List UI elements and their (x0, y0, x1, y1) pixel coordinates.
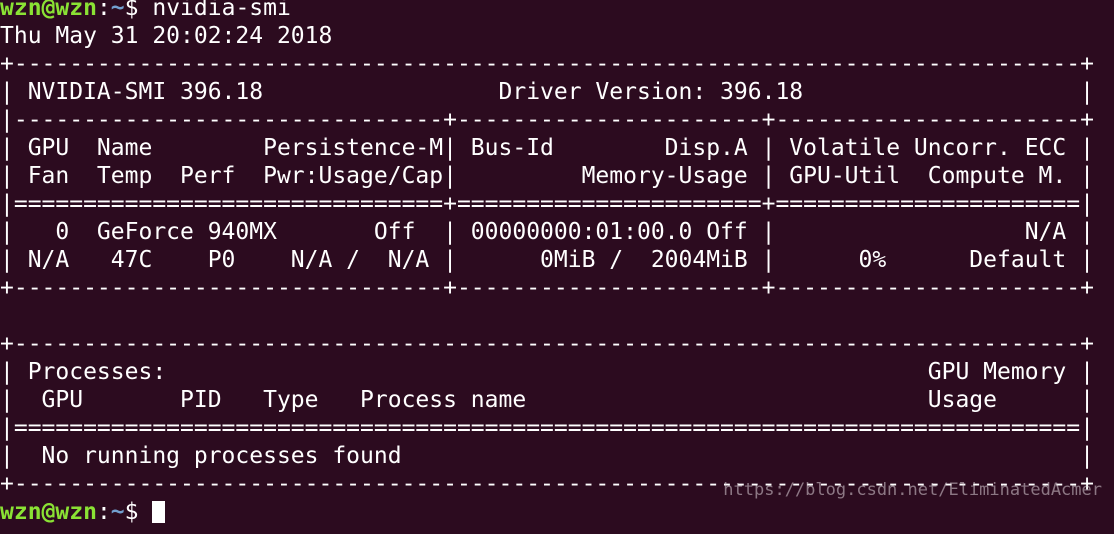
prompt-symbol: $ (124, 499, 153, 525)
prompt-user-host: wzn@wzn (0, 0, 97, 21)
terminal-window[interactable]: wzn@wzn:~$ nvidia-smi Thu May 31 20:02:2… (0, 0, 1114, 534)
output-line: | No running processes found | (0, 443, 1094, 469)
output-line: | Processes: GPU Memory | (0, 359, 1094, 385)
output-line (0, 302, 1114, 330)
output-line: | 0 GeForce 940MX Off | 00000000:01:00.0… (0, 219, 1094, 245)
output-line: |-------------------------------+-------… (0, 107, 1094, 133)
prompt-colon: : (96, 499, 111, 525)
prompt-user-host: wzn@wzn (0, 499, 97, 525)
output-line: +-------------------------------+-------… (0, 275, 1094, 301)
output-line: +---------------------------------------… (0, 331, 1094, 357)
output-line: | Fan Temp Perf Pwr:Usage/Cap| Memory-Us… (0, 163, 1094, 189)
output-line: | NVIDIA-SMI 396.18 Driver Version: 396.… (0, 79, 1094, 105)
prompt-path: ~ (110, 499, 125, 525)
text-cursor (152, 501, 166, 523)
watermark-text: https://blog.csdn.net/EliminatedAcmer (723, 480, 1102, 500)
output-line: | N/A 47C P0 N/A / N/A | 0MiB / 2004MiB … (0, 247, 1094, 273)
prompt-symbol: $ (124, 0, 153, 21)
prompt-path: ~ (110, 0, 125, 21)
output-line: |=======================================… (0, 415, 1094, 441)
command-line: wzn@wzn:~$ nvidia-smi (0, 0, 1114, 22)
prompt-colon: : (96, 0, 111, 21)
output-line: | GPU PID Type Process name Usage | (0, 387, 1094, 413)
output-line: | GPU Name Persistence-M| Bus-Id Disp.A … (0, 135, 1094, 161)
nvidia-smi-output: +---------------------------------------… (0, 50, 1114, 498)
output-line: |===============================+=======… (0, 191, 1094, 217)
timestamp-line: Thu May 31 20:02:24 2018 (0, 23, 333, 49)
command-text: nvidia-smi (152, 0, 291, 21)
new-prompt-line[interactable]: wzn@wzn:~$ (0, 498, 1114, 526)
output-line: +---------------------------------------… (0, 51, 1094, 77)
